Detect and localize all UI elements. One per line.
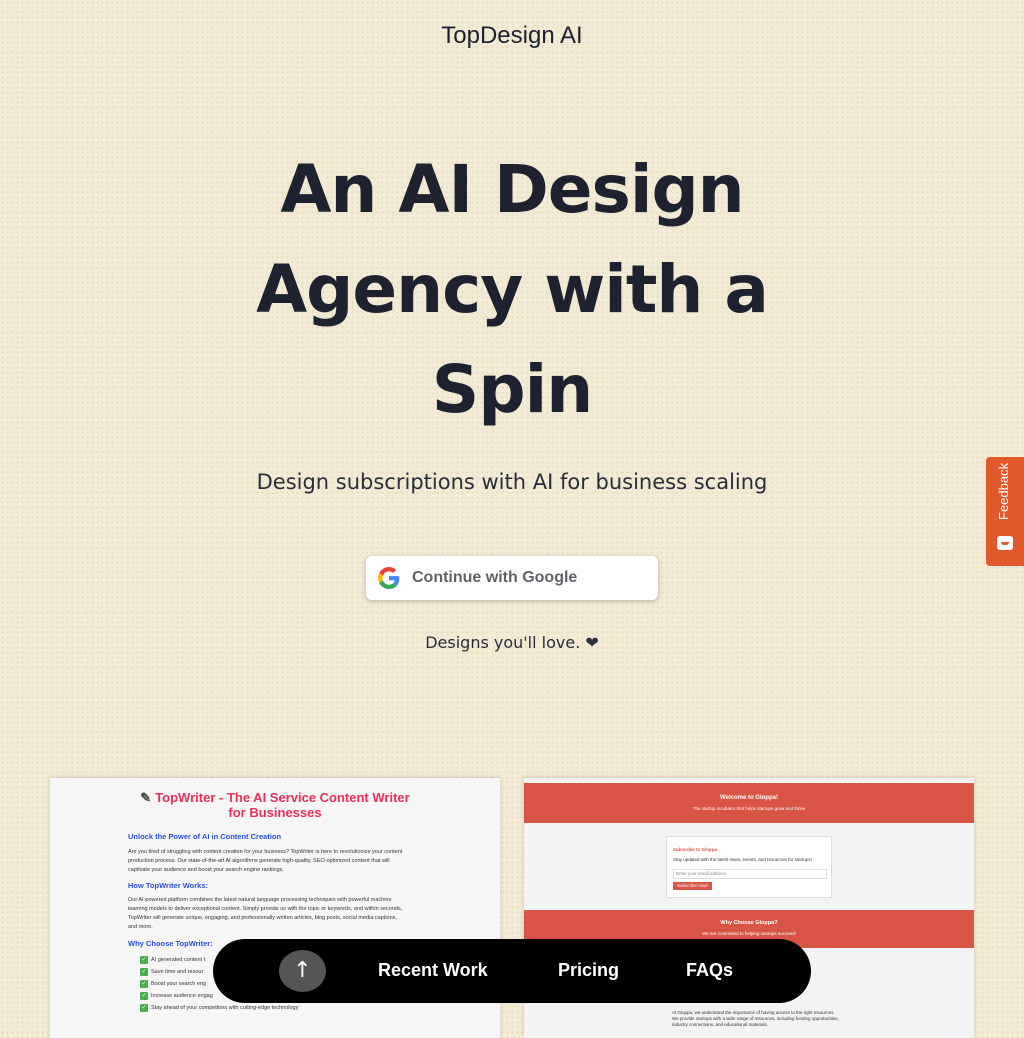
brand-logo[interactable]: TopDesign AI — [0, 22, 1024, 50]
hero-title: An AI Design Agency with a Spin — [212, 140, 812, 440]
subscribe-button[interactable]: Subscribe now! — [673, 882, 712, 890]
card-header-band: Welcome to Gloppa! The startup incubator… — [524, 783, 974, 823]
nav-pricing[interactable]: Pricing — [558, 960, 619, 981]
card-title-line: for Businesses — [228, 805, 322, 820]
list-item-text: Save time and resour — [151, 969, 204, 975]
text-line: and more. — [128, 924, 153, 930]
card-paragraph: Are you tired of struggling with content… — [128, 848, 428, 875]
list-item: ✓ AI generated content t — [140, 956, 205, 964]
list-item-text: AI generated content t — [151, 957, 206, 963]
list-item-text: Boost your search eng — [151, 981, 207, 987]
list-item: ✓ Increase audience engag — [140, 992, 213, 1000]
bottom-nav: ↑ Recent Work Pricing FAQs — [213, 939, 811, 1003]
checkmark-icon: ✓ — [140, 968, 148, 976]
hero-title-line: Agency with a — [256, 251, 769, 328]
list-item-text: Increase audience engag — [151, 993, 213, 999]
email-field[interactable]: Enter your email address — [673, 869, 827, 879]
nav-recent-work[interactable]: Recent Work — [378, 960, 488, 981]
text-line: TopWriter will generate unique, engaging… — [128, 915, 397, 921]
text-line: Our AI-powered platform combines the lat… — [128, 897, 392, 903]
hero-title-line: An AI Design — [280, 151, 744, 228]
chat-icon — [997, 536, 1013, 550]
body-line: At Gloppa, we understand the importance … — [672, 1010, 835, 1015]
section-title: Why Choose Gloppa? — [720, 920, 778, 926]
subscribe-text: Stay updated with the latest news, event… — [673, 857, 812, 862]
list-item-text: Stay ahead of your competitors with cutt… — [151, 1005, 299, 1011]
card-paragraph: Our AI-powered platform combines the lat… — [128, 896, 428, 932]
text-line: captivate your audience and boost your s… — [128, 867, 284, 873]
card-title: Welcome to Gloppa! — [720, 795, 778, 801]
nav-faqs[interactable]: FAQs — [686, 960, 733, 981]
checkmark-icon: ✓ — [140, 956, 148, 964]
pencil-icon: ✎ — [140, 790, 152, 805]
subscribe-title: Subscribe to Gloppa — [673, 847, 718, 852]
hero-subtitle: Design subscriptions with AI for busines… — [256, 470, 768, 494]
checkmark-icon: ✓ — [140, 1004, 148, 1012]
list-item: ✓ Boost your search eng — [140, 980, 206, 988]
card-heading: How TopWriter Works: — [128, 881, 209, 890]
section-subtitle: We are committed to helping startups suc… — [702, 931, 796, 936]
card-title: ✎ TopWriter - The AI Service Content Writ… — [50, 790, 500, 820]
google-icon — [378, 567, 400, 589]
checkmark-icon: ✓ — [140, 992, 148, 1000]
card-subtitle: The startup incubator that helps startup… — [692, 806, 806, 811]
google-signin-label: Continue with Google — [412, 569, 578, 586]
body-line: We provide startups with a wide range of… — [672, 1016, 839, 1021]
list-item: ✓ Stay ahead of your competitors with cut… — [140, 1004, 298, 1012]
card-heading: Unlock the Power of AI in Content Creati… — [128, 832, 282, 841]
card-heading: Why Choose TopWriter: — [128, 939, 213, 948]
card-title-line: TopWriter - The AI Service Content Write… — [155, 790, 410, 805]
list-item: ✓ Save time and resour — [140, 968, 203, 976]
feedback-tab[interactable]: Feedback — [986, 457, 1024, 566]
tagline: Designs you'll love. ❤ — [425, 633, 599, 652]
text-line: Are you tired of struggling with content… — [128, 849, 403, 855]
subscribe-box: Subscribe to Gloppa Stay updated with th… — [666, 836, 832, 898]
arrow-up-icon[interactable]: ↑ — [279, 950, 326, 992]
text-line: production process. Our state-of-the-art… — [128, 858, 390, 864]
google-signin-button[interactable]: Continue with Google — [366, 556, 658, 600]
hero-title-line: Spin — [431, 351, 593, 428]
body-line: industry connections, and educational ma… — [672, 1022, 769, 1027]
text-line: learning models to deliver exceptional c… — [128, 906, 403, 912]
checkmark-icon: ✓ — [140, 980, 148, 988]
feedback-label: Feedback — [996, 462, 1011, 520]
